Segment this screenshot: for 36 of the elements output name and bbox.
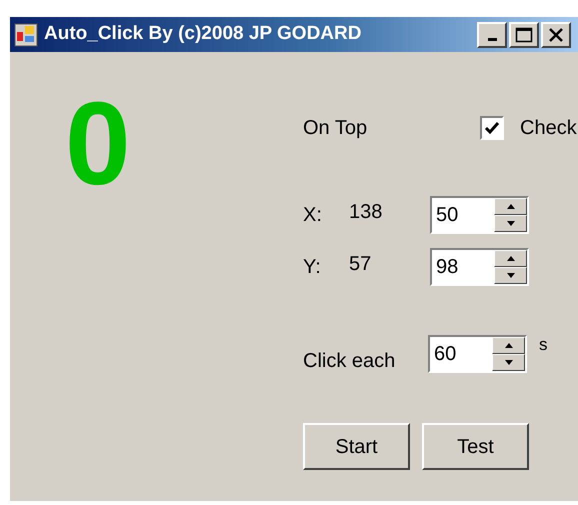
coordinate-reading: 57 xyxy=(349,252,372,277)
spin-box[interactable]: 98 xyxy=(430,248,529,286)
checkmark-icon xyxy=(484,120,500,134)
up-arrow-icon xyxy=(506,204,514,209)
coordinate-label: X: xyxy=(303,203,323,228)
spin-box[interactable]: 50 xyxy=(430,196,529,234)
click-counter: 0 xyxy=(65,85,131,203)
minimize-icon xyxy=(488,38,496,41)
up-arrow-icon xyxy=(504,343,512,348)
maximize-icon xyxy=(515,26,533,42)
spin-down-button[interactable] xyxy=(492,354,525,371)
spin-up-button[interactable] xyxy=(494,250,527,267)
action-button[interactable]: Test xyxy=(422,423,529,470)
action-button[interactable]: Start xyxy=(303,423,410,470)
window-title: Auto_Click By (c)2008 JP GODARD xyxy=(44,22,362,46)
spin-up-button[interactable] xyxy=(494,198,527,215)
on-top-label: On Top xyxy=(303,116,368,140)
down-arrow-icon xyxy=(506,221,514,226)
spin-box[interactable]: 60 xyxy=(428,335,527,373)
maximize-button[interactable] xyxy=(509,22,539,48)
close-button[interactable] xyxy=(541,22,571,48)
up-arrow-icon xyxy=(506,256,514,261)
minimize-button[interactable] xyxy=(477,22,507,48)
coordinate-label: Y: xyxy=(303,255,322,280)
spin-down-button[interactable] xyxy=(494,267,527,284)
spin-down-button[interactable] xyxy=(494,215,527,232)
checkbox[interactable] xyxy=(480,116,504,140)
down-arrow-icon xyxy=(506,273,514,278)
checkbox-label: Check xyxy=(520,116,577,140)
unit-label: s xyxy=(539,334,548,356)
spin-up-button[interactable] xyxy=(492,337,525,354)
app-icon xyxy=(14,22,38,46)
interval-label: Click each xyxy=(303,349,396,374)
down-arrow-icon xyxy=(504,360,512,365)
close-icon xyxy=(548,28,564,42)
coordinate-reading: 138 xyxy=(349,200,384,225)
